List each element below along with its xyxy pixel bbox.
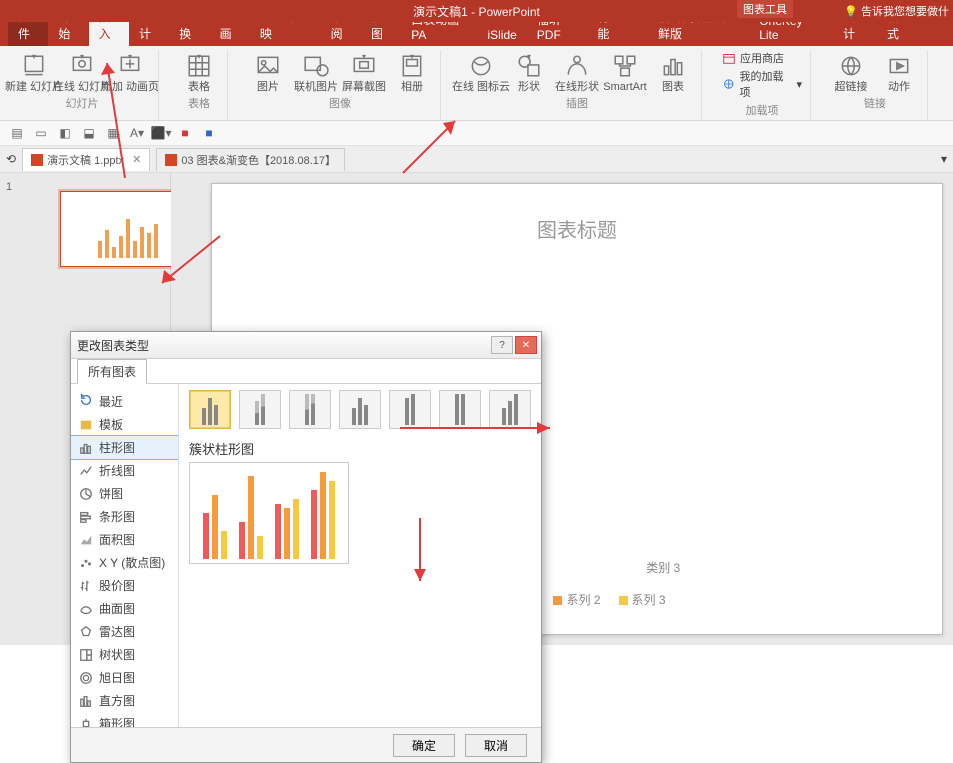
subtype-3d-100stacked[interactable] <box>439 390 481 429</box>
hyperlink-icon <box>837 52 865 80</box>
cat-column[interactable]: 柱形图 <box>71 436 178 459</box>
qat-btn[interactable]: ■ <box>200 124 218 142</box>
dialog-help-button[interactable]: ? <box>491 336 513 354</box>
doc-tabs: ⟲ 演示文稿 1.pptx✕ 03 图表&渐变色【2018.08.17】 ▾ <box>0 146 953 173</box>
chart-category-list: 最近 模板 柱形图 折线图 饼图 条形图 面积图 X Y (散点图) 股价图 曲… <box>71 384 179 727</box>
doc-back-icon[interactable]: ⟲ <box>6 152 16 166</box>
subtype-name: 簇状柱形图 <box>189 439 531 458</box>
ok-button[interactable]: 确定 <box>393 734 455 757</box>
group-addins: 加载项 <box>746 102 779 118</box>
pictures-icon <box>254 52 282 80</box>
doc-options-icon[interactable]: ▾ <box>941 152 947 166</box>
subtype-preview <box>189 462 349 564</box>
cat-boxwhisker[interactable]: 箱形图 <box>71 712 178 727</box>
cat-stock[interactable]: 股价图 <box>71 574 178 597</box>
my-addins-button[interactable]: 我的加载项 ▾ <box>722 68 802 100</box>
screenshot-button[interactable]: 屏幕截图▾ <box>344 50 384 93</box>
group-tables: 表格 <box>188 95 210 111</box>
shapes-button[interactable]: 形状▾ <box>509 50 549 93</box>
subtype-3d-clustered[interactable] <box>339 390 381 429</box>
cat-radar[interactable]: 雷达图 <box>71 620 178 643</box>
table-button[interactable]: 表格▾ <box>179 50 219 93</box>
photo-album-button[interactable]: 相册▾ <box>392 50 432 93</box>
subtype-row <box>189 390 531 429</box>
qat-btn[interactable]: ⬛▾ <box>152 124 170 142</box>
qat-btn[interactable]: ◧ <box>56 124 74 142</box>
app-title: 演示文稿1 - PowerPoint <box>413 3 540 20</box>
online-icons-button[interactable]: 在线 图标云 <box>461 50 501 93</box>
dialog-tab-all[interactable]: 所有图表 <box>77 359 147 384</box>
new-slide-button[interactable]: 新建 幻灯片▾ <box>14 50 54 93</box>
cat-xy[interactable]: X Y (散点图) <box>71 551 178 574</box>
cat-area[interactable]: 面积图 <box>71 528 178 551</box>
qat-btn[interactable]: ▦ <box>104 124 122 142</box>
new-anim-button[interactable]: 新加 动画页▾ <box>110 50 150 93</box>
qat-btn[interactable]: ⬓ <box>80 124 98 142</box>
cat-bar[interactable]: 条形图 <box>71 505 178 528</box>
subtype-100stacked[interactable] <box>289 390 331 429</box>
cat-histogram[interactable]: 直方图 <box>71 689 178 712</box>
qat-btn[interactable]: ▤ <box>8 124 26 142</box>
axis-label: 类别 3 <box>646 559 680 576</box>
qat-btn[interactable]: ■ <box>176 124 194 142</box>
ribbon: 新建 幻灯片▾ 在线 幻灯片▾ 新加 动画页▾ 幻灯片 表格▾ 表格 图片 联机… <box>0 46 953 121</box>
online-slide-button[interactable]: 在线 幻灯片▾ <box>62 50 102 93</box>
thumbnail-1[interactable]: 1 <box>20 181 156 257</box>
doc-tab[interactable]: 03 图表&渐变色【2018.08.17】 <box>156 148 345 171</box>
shapes-icon <box>515 52 543 80</box>
hyperlink-button[interactable]: 超链接 <box>831 50 871 93</box>
group-links: 链接 <box>864 95 886 111</box>
ribbon-tabs: 文件 开始 插入 设计 切换 动画 幻灯片放映 审阅 视图 口袋动画 PA iS… <box>0 22 953 46</box>
cat-line[interactable]: 折线图 <box>71 459 178 482</box>
store-button[interactable]: 应用商店 <box>722 50 802 66</box>
cat-treemap[interactable]: 树状图 <box>71 643 178 666</box>
cat-sunburst[interactable]: 旭日图 <box>71 666 178 689</box>
smartart-button[interactable]: SmartArt <box>605 50 645 93</box>
chart-title: 图表标题 <box>262 214 892 243</box>
qat-btn[interactable]: A▾ <box>128 124 146 142</box>
tab-addin2[interactable]: iSlide <box>477 24 526 46</box>
pictures-button[interactable]: 图片 <box>248 50 288 93</box>
cat-pie[interactable]: 饼图 <box>71 482 178 505</box>
action-button[interactable]: 动作 <box>879 50 919 93</box>
group-slides: 幻灯片 <box>66 95 99 111</box>
tell-me[interactable]: 💡 告诉我您想要做什 <box>844 3 949 19</box>
cancel-button[interactable]: 取消 <box>465 734 527 757</box>
mini-chart-icon <box>69 202 187 258</box>
group-images: 图像 <box>329 95 351 111</box>
chart-icon <box>659 52 687 80</box>
subtype-stacked[interactable] <box>239 390 281 429</box>
close-doc-icon[interactable]: ✕ <box>132 153 141 166</box>
subtype-3d[interactable] <box>489 390 531 429</box>
subtype-3d-stacked[interactable] <box>389 390 431 429</box>
online-pictures-button[interactable]: 联机图片 <box>296 50 336 93</box>
online-shapes-button[interactable]: 在线形状 <box>557 50 597 93</box>
quick-access-toolbar: ▤ ▭ ◧ ⬓ ▦ A▾ ⬛▾ ■ ■ <box>0 121 953 146</box>
comment-button[interactable]: 批注 <box>948 50 953 93</box>
qat-btn[interactable]: ▭ <box>32 124 50 142</box>
change-chart-type-dialog: 更改图表类型 ? ✕ 所有图表 最近 模板 柱形图 折线图 饼图 条形图 面积图 <box>70 331 542 763</box>
cat-recent[interactable]: 最近 <box>71 390 178 413</box>
cat-templates[interactable]: 模板 <box>71 413 178 436</box>
chart-button[interactable]: 图表 <box>653 50 693 93</box>
contextual-tab-label: 图表工具 <box>737 0 793 18</box>
doc-tab-active[interactable]: 演示文稿 1.pptx✕ <box>22 148 150 171</box>
dialog-close-button[interactable]: ✕ <box>515 336 537 354</box>
cat-surface[interactable]: 曲面图 <box>71 597 178 620</box>
subtype-clustered[interactable] <box>189 390 231 429</box>
group-illustrations: 插图 <box>566 95 588 111</box>
dialog-title: 更改图表类型 <box>77 337 149 354</box>
